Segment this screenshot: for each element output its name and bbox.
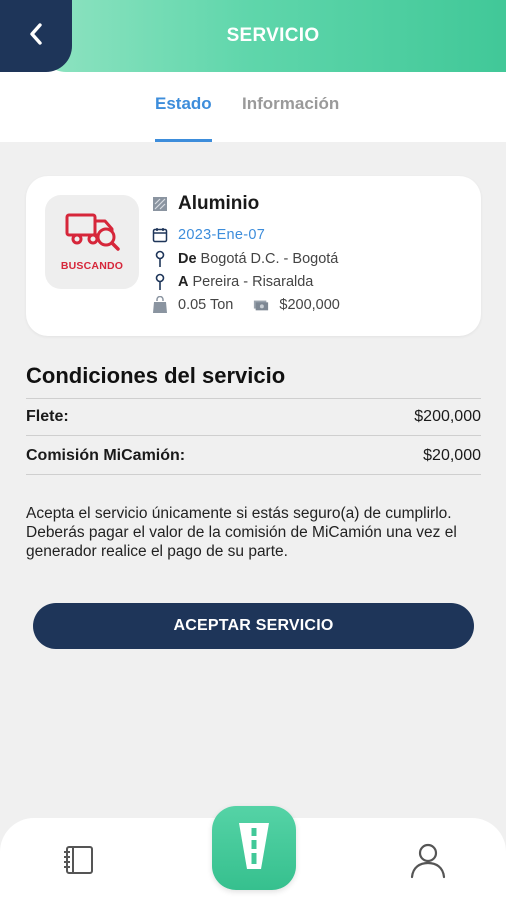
chevron-left-icon <box>28 22 44 51</box>
pin-icon <box>152 273 168 291</box>
notebook-icon[interactable] <box>61 845 95 880</box>
user-icon[interactable] <box>409 843 447 884</box>
money-icon <box>253 296 269 314</box>
condition-label: Comisión MiCamión: <box>26 446 186 464</box>
cargo-row: Aluminio <box>152 193 259 215</box>
condition-row-flete: Flete: $200,000 <box>26 398 481 436</box>
tab-informacion[interactable]: Información <box>242 94 339 142</box>
weight-icon <box>152 296 168 314</box>
road-icon <box>237 821 271 876</box>
accept-service-button[interactable]: ACEPTAR SERVICIO <box>33 603 474 649</box>
status-badge: BUSCANDO <box>45 195 139 289</box>
condition-value: $20,000 <box>423 446 481 464</box>
calendar-icon <box>152 226 168 244</box>
page-title: SERVICIO <box>226 25 320 46</box>
accept-notice: Acepta el servicio únicamente si estás s… <box>26 505 457 560</box>
destination-row: A Pereira - Risaralda <box>152 273 313 291</box>
service-date: 2023-Ene-07 <box>178 227 266 243</box>
price-value: $200,000 <box>279 297 340 313</box>
destination-prefix: A <box>178 274 189 290</box>
destination-location: Pereira - Risaralda <box>192 274 314 290</box>
cargo-name: Aluminio <box>178 193 260 214</box>
home-fab-button[interactable] <box>212 806 296 890</box>
origin-row: De Bogotá D.C. - Bogotá <box>152 250 338 268</box>
cargo-icon <box>152 195 168 213</box>
weight-value: 0.05 Ton <box>178 297 234 313</box>
service-card[interactable]: BUSCANDO Aluminio 2023-Ene-07 De Bogotá … <box>26 176 481 336</box>
origin-prefix: De <box>178 251 197 267</box>
tab-estado[interactable]: Estado <box>155 94 212 142</box>
condition-value: $200,000 <box>414 408 481 425</box>
condition-label: Flete: <box>26 408 69 425</box>
origin-location: Bogotá D.C. - Bogotá <box>200 251 339 267</box>
date-row: 2023-Ene-07 <box>152 226 265 244</box>
status-label: BUSCANDO <box>60 260 124 272</box>
meta-row: 0.05 Ton $200,000 <box>152 296 340 314</box>
conditions-title: Condiciones del servicio <box>26 363 286 388</box>
pin-icon <box>152 250 168 268</box>
tab-bar: Estado Información <box>0 72 506 142</box>
app-header: SERVICIO <box>0 0 506 72</box>
back-button[interactable] <box>0 0 72 72</box>
condition-row-comision: Comisión MiCamión: $20,000 <box>26 437 481 475</box>
